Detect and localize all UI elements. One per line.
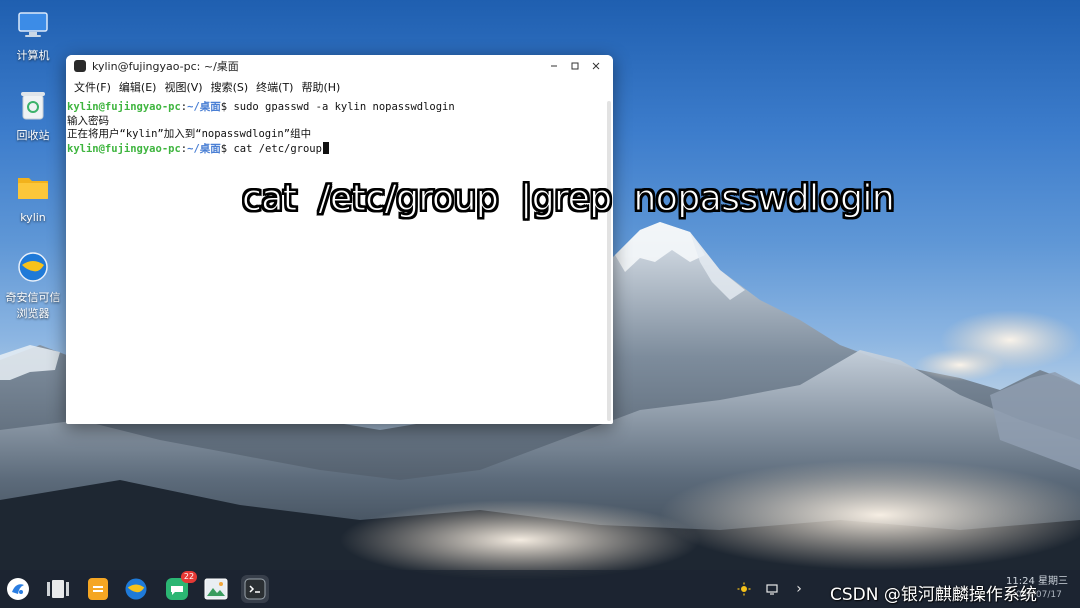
browser-button[interactable]: [122, 575, 150, 603]
prompt-user: kylin@fujingyao-pc: [67, 101, 181, 113]
terminal-app-icon: [74, 60, 86, 72]
desktop-icon-kylin-folder[interactable]: kylin: [0, 170, 66, 226]
menu-edit[interactable]: 编辑(E): [115, 77, 161, 99]
start-menu-button[interactable]: [4, 575, 32, 603]
watermark: CSDN @银河麒麟操作系统: [830, 585, 1037, 605]
minimize-button[interactable]: [545, 57, 563, 75]
monitor-icon: [766, 584, 778, 595]
messages-button[interactable]: 22: [163, 571, 197, 603]
desktop-icon-label: 奇安信可信 浏览器: [6, 290, 61, 322]
folder-icon: [16, 170, 50, 204]
terminal-icon: [244, 578, 266, 600]
notification-badge: 22: [181, 571, 197, 583]
menu-terminal[interactable]: 终端(T): [252, 77, 297, 99]
window-title: kylin@fujingyao-pc: ~/桌面: [92, 60, 239, 73]
file-manager-button[interactable]: [84, 575, 112, 603]
sun-icon: [737, 582, 751, 596]
scrollbar[interactable]: [607, 101, 611, 421]
desktop-icon-computer[interactable]: 计算机: [0, 8, 66, 64]
desktop-icon-label: 计算机: [16, 49, 50, 62]
maximize-button[interactable]: [566, 57, 584, 75]
close-icon: [592, 62, 600, 70]
menu-search[interactable]: 搜索(S): [207, 77, 253, 99]
close-button[interactable]: [587, 57, 605, 75]
title-bar[interactable]: kylin@fujingyao-pc: ~/桌面: [66, 55, 613, 77]
text-cursor: [322, 141, 329, 154]
multitask-view-button[interactable]: [44, 575, 72, 603]
desktop-icon-label: 回收站: [16, 129, 50, 142]
terminal-line: 正在将用户“kylin”加入到“nopasswdlogin”组中: [67, 128, 312, 140]
display-tray-button[interactable]: [764, 579, 780, 599]
terminal-taskbar-button[interactable]: [241, 575, 269, 603]
prompt-user: kylin@fujingyao-pc: [67, 142, 181, 155]
desktop-icon-label: kylin: [20, 211, 46, 224]
image-viewer-button[interactable]: [202, 575, 230, 603]
browser-label-line1: 奇安信可信: [5, 291, 61, 304]
prompt-dollar: $: [220, 142, 234, 155]
chevron-right-icon: ›: [796, 581, 802, 597]
browser-icon: [125, 578, 147, 600]
multitask-view-icon: [47, 580, 69, 598]
terminal-output[interactable]: kylin@fujingyao-pc:~/桌面$ sudo gpasswd -a…: [66, 99, 604, 424]
file-manager-icon: [88, 578, 108, 600]
video-caption: cat /etc/group |grep nopasswdlogin: [241, 178, 895, 220]
trash-icon: [16, 88, 50, 122]
maximize-icon: [571, 62, 579, 70]
weather-button[interactable]: [736, 579, 752, 599]
terminal-line: kylin@fujingyao-pc:~/桌面$ sudo gpasswd -a…: [67, 101, 604, 115]
browser-icon: [16, 250, 50, 284]
prompt-dollar: $: [220, 101, 234, 113]
desktop-icon-trash[interactable]: 回收站: [0, 88, 66, 144]
command-text: cat /etc/group: [233, 142, 322, 155]
menu-help[interactable]: 帮助(H): [297, 77, 344, 99]
desktop: 计算机 回收站 kylin 奇安信可信 浏览器 kylin@fujingyao-…: [0, 0, 1080, 608]
browser-label-line2: 浏览器: [16, 307, 50, 320]
command-text: sudo gpasswd -a kylin nopasswdlogin: [233, 101, 455, 113]
tray-expand-button[interactable]: ›: [792, 579, 806, 599]
terminal-line: 输入密码: [67, 114, 109, 127]
menu-file[interactable]: 文件(F): [70, 77, 115, 99]
prompt-path: ~/桌面: [187, 101, 221, 113]
menu-bar: 文件(F) 编辑(E) 视图(V) 搜索(S) 终端(T) 帮助(H): [66, 77, 613, 99]
minimize-icon: [551, 65, 557, 67]
computer-icon: [16, 8, 50, 42]
desktop-icon-browser[interactable]: 奇安信可信 浏览器: [0, 250, 66, 322]
terminal-line: kylin@fujingyao-pc:~/桌面$ cat /etc/group: [67, 141, 604, 157]
terminal-window[interactable]: kylin@fujingyao-pc: ~/桌面 文件(F) 编辑(E) 视图(…: [66, 55, 613, 424]
menu-view[interactable]: 视图(V): [160, 77, 206, 99]
image-viewer-icon: [204, 578, 228, 600]
prompt-path: ~/桌面: [187, 142, 221, 155]
kylin-start-icon: [7, 578, 29, 600]
